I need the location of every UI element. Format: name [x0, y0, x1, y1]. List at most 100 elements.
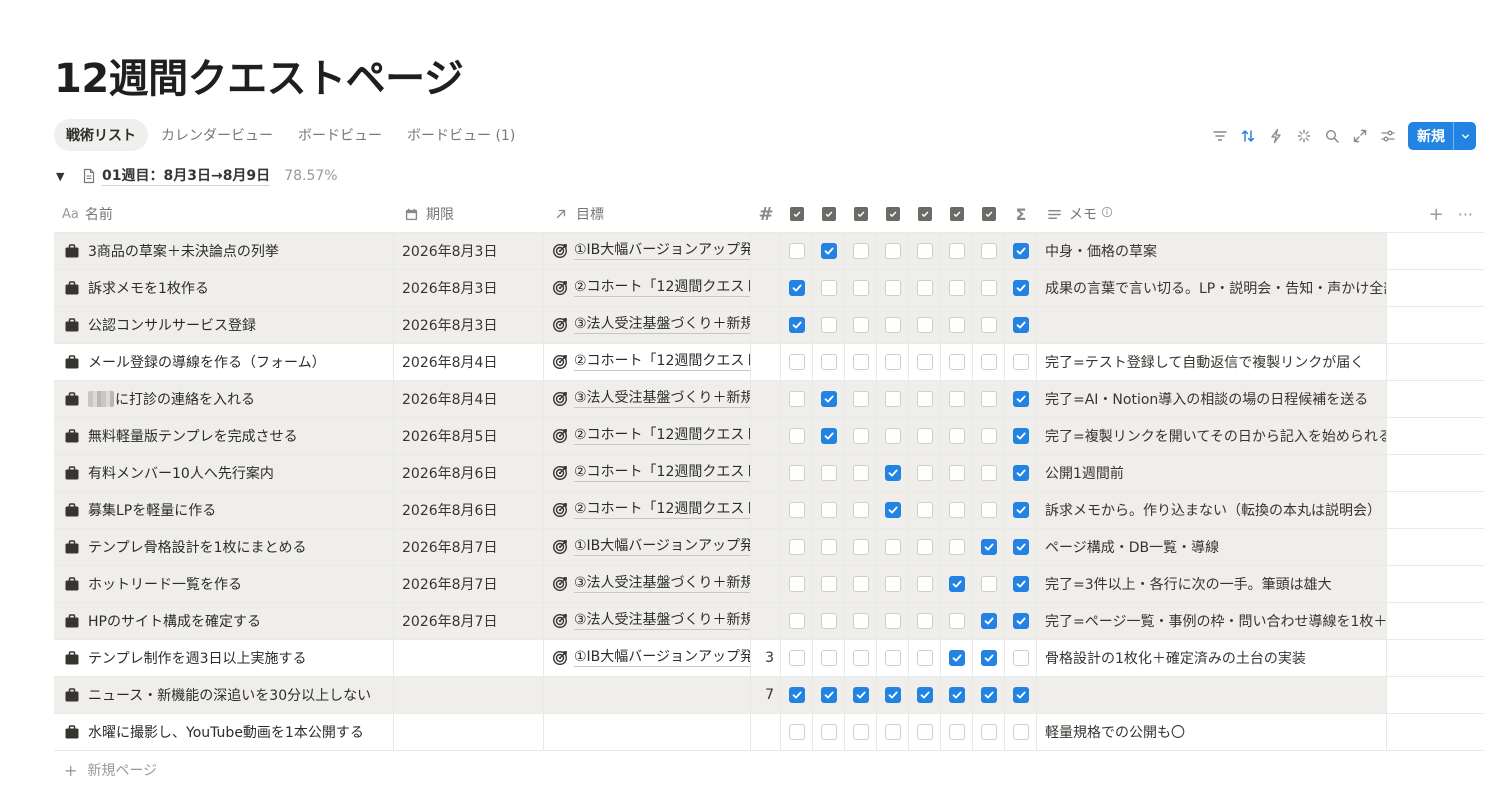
- cell-check-3[interactable]: [845, 381, 877, 417]
- checkbox[interactable]: [916, 391, 933, 407]
- cell-date[interactable]: 2026年8月6日: [394, 492, 544, 528]
- column-header-formula[interactable]: Σ: [1005, 196, 1037, 232]
- goal-link[interactable]: ③法人受注基盤づくり＋新規: [574, 575, 750, 593]
- done-checkbox[interactable]: [1012, 650, 1029, 666]
- checkbox[interactable]: [980, 391, 997, 407]
- task-name[interactable]: 3商品の草案＋未決論点の列挙: [88, 241, 279, 261]
- checkbox[interactable]: [980, 502, 997, 518]
- task-name[interactable]: テンプレ骨格設計を1枚にまとめる: [88, 537, 307, 557]
- cell-name[interactable]: 水曜に撮影し、YouTube動画を1本公開する: [54, 714, 394, 750]
- cell-check-2[interactable]: [813, 677, 845, 713]
- cell-check-4[interactable]: [877, 455, 909, 491]
- cell-check-7[interactable]: [973, 418, 1005, 454]
- checkbox[interactable]: [948, 465, 965, 481]
- cell-name[interactable]: 公認コンサルサービス登録: [54, 307, 394, 343]
- expand-icon[interactable]: [1346, 122, 1374, 150]
- cell-date[interactable]: 2026年8月3日: [394, 270, 544, 306]
- column-header-name[interactable]: Aa 名前: [54, 196, 394, 232]
- done-checkbox[interactable]: [1012, 576, 1029, 592]
- table-row[interactable]: ニュース・新機能の深追いを30分以上しない 7: [54, 677, 1484, 714]
- cell-check-6[interactable]: [941, 381, 973, 417]
- column-header-memo[interactable]: メモ: [1037, 196, 1387, 232]
- cell-check-5[interactable]: [909, 677, 941, 713]
- cell-check-2[interactable]: [813, 640, 845, 676]
- checkbox[interactable]: [980, 428, 997, 444]
- cell-check-4[interactable]: [877, 418, 909, 454]
- task-name[interactable]: ホットリード一覧を作る: [88, 574, 242, 594]
- cell-check-7[interactable]: [973, 270, 1005, 306]
- checkbox[interactable]: [852, 243, 869, 259]
- table-row[interactable]: 水曜に撮影し、YouTube動画を1本公開する 軽量規格での公開も〇: [54, 714, 1484, 751]
- checkbox[interactable]: [788, 613, 805, 629]
- done-checkbox[interactable]: [1012, 465, 1029, 481]
- cell-check-7[interactable]: [973, 455, 1005, 491]
- column-header-check-6[interactable]: [941, 196, 973, 232]
- checkbox[interactable]: [820, 280, 837, 296]
- cell-check-3[interactable]: [845, 455, 877, 491]
- task-name[interactable]: 有料メンバー10人へ先行案内: [88, 463, 274, 483]
- cell-check-6[interactable]: [941, 233, 973, 269]
- add-column-icon[interactable]: +: [1429, 204, 1444, 225]
- cell-check-3[interactable]: [845, 640, 877, 676]
- task-name[interactable]: テンプレ制作を週3日以上実施する: [88, 648, 307, 668]
- goal-link[interactable]: ③法人受注基盤づくり＋新規: [574, 612, 750, 630]
- checkbox[interactable]: [852, 317, 869, 333]
- goal-link[interactable]: ②コホート「12週間クエスト: [574, 353, 750, 371]
- cell-memo[interactable]: 完了=複製リンクを開いてその日から記入を始められる: [1037, 418, 1387, 454]
- cell-goal[interactable]: ①IB大幅バージョンアップ発: [544, 640, 751, 676]
- table-row[interactable]: 有料メンバー10人へ先行案内 2026年8月6日 ②コホート「12週間クエスト 公開1…: [54, 455, 1484, 492]
- checkbox[interactable]: [948, 724, 965, 740]
- column-header-check-4[interactable]: [877, 196, 909, 232]
- cell-check-7[interactable]: [973, 603, 1005, 639]
- info-icon[interactable]: [1101, 206, 1113, 222]
- checkbox[interactable]: [948, 354, 965, 370]
- cell-number[interactable]: [751, 455, 781, 491]
- cell-check-4[interactable]: [877, 381, 909, 417]
- checkbox[interactable]: [820, 243, 837, 259]
- cell-memo[interactable]: 完了=テスト登録して自動返信で複製リンクが届く: [1037, 344, 1387, 380]
- checkbox[interactable]: [852, 428, 869, 444]
- checkbox[interactable]: [852, 391, 869, 407]
- checkbox[interactable]: [980, 650, 997, 666]
- cell-name[interactable]: 3商品の草案＋未決論点の列挙: [54, 233, 394, 269]
- done-checkbox[interactable]: [1012, 502, 1029, 518]
- cell-check-3[interactable]: [845, 714, 877, 750]
- cell-date[interactable]: [394, 714, 544, 750]
- checkbox[interactable]: [948, 428, 965, 444]
- checkbox[interactable]: [852, 576, 869, 592]
- done-checkbox[interactable]: [1012, 243, 1029, 259]
- cell-memo[interactable]: [1037, 307, 1387, 343]
- column-header-check-7[interactable]: [973, 196, 1005, 232]
- cell-check-4[interactable]: [877, 677, 909, 713]
- cell-check-7[interactable]: [973, 492, 1005, 528]
- checkbox[interactable]: [916, 502, 933, 518]
- checkbox[interactable]: [980, 613, 997, 629]
- checkbox[interactable]: [820, 724, 837, 740]
- cell-date[interactable]: 2026年8月7日: [394, 529, 544, 565]
- column-header-check-3[interactable]: [845, 196, 877, 232]
- cell-check-5[interactable]: [909, 492, 941, 528]
- cell-check-6[interactable]: [941, 640, 973, 676]
- checkbox[interactable]: [852, 465, 869, 481]
- cell-goal[interactable]: ②コホート「12週間クエスト: [544, 455, 751, 491]
- cell-goal[interactable]: ③法人受注基盤づくり＋新規: [544, 566, 751, 602]
- checkbox[interactable]: [884, 650, 901, 666]
- checkbox[interactable]: [884, 502, 901, 518]
- cell-number[interactable]: [751, 529, 781, 565]
- checkbox[interactable]: [788, 576, 805, 592]
- checkbox[interactable]: [820, 613, 837, 629]
- cell-number[interactable]: [751, 307, 781, 343]
- cell-name[interactable]: 無料軽量版テンプレを完成させる: [54, 418, 394, 454]
- cell-check-2[interactable]: [813, 307, 845, 343]
- table-row[interactable]: テンプレ骨格設計を1枚にまとめる 2026年8月7日 ①IB大幅バージョンアップ発 ペ…: [54, 529, 1484, 566]
- checkbox[interactable]: [916, 354, 933, 370]
- goal-link[interactable]: ③法人受注基盤づくり＋新規: [574, 316, 750, 334]
- table-row[interactable]: HPのサイト構成を確定する 2026年8月7日 ③法人受注基盤づくり＋新規 完了=ペー…: [54, 603, 1484, 640]
- cell-date[interactable]: 2026年8月4日: [394, 381, 544, 417]
- cell-check-6[interactable]: [941, 677, 973, 713]
- cell-check-5[interactable]: [909, 714, 941, 750]
- cell-check-7[interactable]: [973, 714, 1005, 750]
- checkbox[interactable]: [788, 724, 805, 740]
- cell-check-1[interactable]: [781, 714, 813, 750]
- checkbox[interactable]: [980, 465, 997, 481]
